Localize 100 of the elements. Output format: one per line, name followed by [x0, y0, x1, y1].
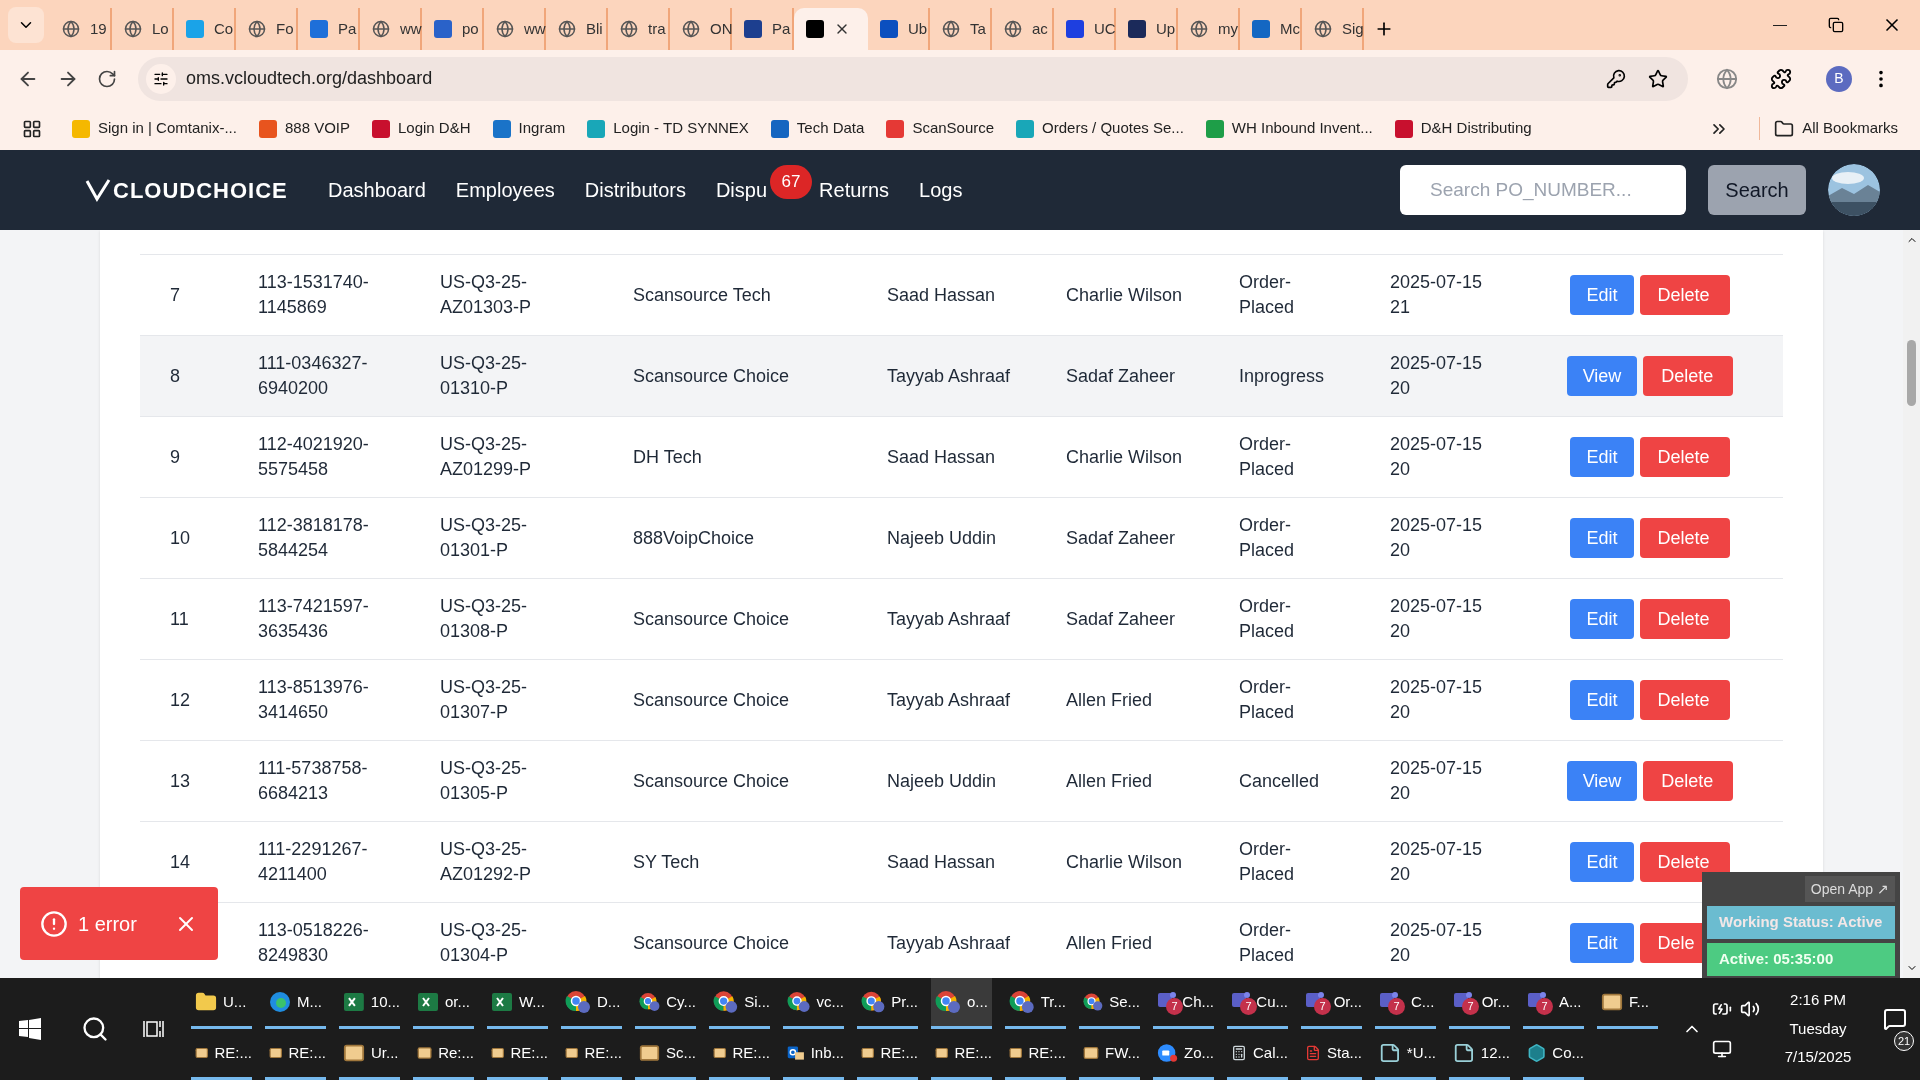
nav-link[interactable]: Returns [819, 175, 890, 205]
extensions-icon[interactable] [1770, 67, 1792, 90]
profile-avatar[interactable]: B [1826, 65, 1852, 92]
nav-link[interactable]: Distributors [584, 175, 686, 205]
action-button[interactable]: View [1566, 761, 1638, 801]
taskbar-item[interactable]: 7 A... [1523, 978, 1584, 1029]
bookmark-item[interactable]: Tech Data [770, 117, 865, 140]
delete-button[interactable]: Delete [1639, 842, 1730, 882]
table-cell-text: 113-1531740-1145869 [258, 271, 370, 319]
taskbar-item[interactable]: Ur... [339, 1029, 400, 1080]
browser-tab[interactable] [794, 8, 868, 50]
nav-link[interactable]: Employees [455, 175, 555, 205]
taskbar-item[interactable]: Sc... [635, 1029, 696, 1080]
taskbar-item[interactable]: RE:... [191, 1029, 252, 1080]
action-button[interactable]: Edit [1570, 437, 1634, 477]
network-icon[interactable] [1712, 1039, 1732, 1059]
taskbar-item[interactable]: Se... [1079, 978, 1140, 1029]
taskbar-item[interactable]: 7 Or... [1301, 978, 1362, 1029]
bookmark-item[interactable]: WH Inbound Invent... [1205, 117, 1373, 140]
table-cell-text: US-Q3-25-01305-P [440, 757, 529, 805]
taskbar-item[interactable]: 7 Or... [1449, 978, 1510, 1029]
nav-link[interactable]: Dashboard [328, 175, 426, 205]
taskbar-item[interactable]: 7 Cu... [1227, 978, 1288, 1029]
all-bookmarks-button[interactable]: All Bookmarks [1759, 117, 1898, 140]
taskbar-item[interactable]: W... [487, 978, 548, 1029]
taskbar-item[interactable]: Zo... [1153, 1029, 1214, 1080]
action-button[interactable]: Edit [1570, 599, 1634, 639]
notification-center-icon[interactable] [1883, 1007, 1907, 1031]
taskbar-item[interactable]: D... [561, 978, 622, 1029]
task-view-icon[interactable] [143, 1018, 165, 1040]
scrollbar[interactable] [1903, 230, 1920, 978]
taskbar-item[interactable]: RE:... [487, 1029, 548, 1080]
taskbar-item[interactable]: Pr... [857, 978, 918, 1029]
taskbar-item[interactable]: vc... [783, 978, 844, 1029]
taskbar-item[interactable]: RE:... [857, 1029, 918, 1080]
action-button[interactable]: Edit [1570, 923, 1634, 963]
taskbar-item[interactable]: 10... [339, 978, 400, 1029]
taskbar-item[interactable]: Cy... [635, 978, 696, 1029]
delete-button[interactable]: Delete [1639, 518, 1730, 558]
delete-button[interactable]: Delete [1639, 275, 1730, 315]
bookmark-item[interactable]: Sign in | Comtanix-... [72, 117, 237, 140]
taskbar-item[interactable]: 12... [1449, 1029, 1510, 1080]
taskbar-item[interactable]: or... [413, 978, 474, 1029]
nav-link[interactable]: Dispu [715, 175, 768, 205]
apps-icon[interactable] [22, 118, 42, 139]
clock[interactable]: 2:16 PM Tuesday 7/15/2025 [1766, 989, 1870, 1069]
delete-button[interactable]: Delete [1639, 437, 1730, 477]
taskbar-item[interactable]: RE:... [265, 1029, 326, 1080]
taskbar-item[interactable]: FW... [1079, 1029, 1140, 1080]
delete-button[interactable]: Delete [1643, 356, 1734, 396]
bookmark-item[interactable]: Login D&H [372, 117, 471, 140]
delete-button[interactable]: Delete [1639, 599, 1730, 639]
key-icon[interactable] [1606, 68, 1626, 89]
taskbar-item[interactable]: U... [191, 978, 252, 1029]
action-button[interactable]: Edit [1570, 842, 1634, 882]
taskbar-item[interactable]: RE:... [1005, 1029, 1066, 1080]
taskbar-item[interactable]: RE:... [709, 1029, 770, 1080]
reload-icon[interactable] [97, 68, 117, 89]
action-button[interactable]: Edit [1570, 275, 1634, 315]
taskbar-item[interactable]: o... [931, 978, 992, 1029]
nav-link[interactable]: Logs [919, 175, 963, 205]
taskbar-item[interactable]: Inb... [783, 1029, 844, 1080]
taskbar-item[interactable]: Tr... [1005, 978, 1066, 1029]
taskbar-item[interactable]: RE:... [561, 1029, 622, 1080]
taskbar-item[interactable]: F... [1597, 978, 1658, 1029]
taskbar-item[interactable]: *U... [1375, 1029, 1436, 1080]
delete-button[interactable]: Delete [1639, 680, 1730, 720]
delete-button[interactable]: Delete [1643, 761, 1734, 801]
taskbar-item[interactable]: RE:... [931, 1029, 992, 1080]
folder-icon [1774, 118, 1795, 139]
table-cell-text: Scansource Choice [633, 688, 791, 712]
windows-start-icon[interactable] [19, 1018, 41, 1040]
taskbar-item[interactable]: Sta... [1301, 1029, 1362, 1080]
bookmark-item[interactable]: 888 VOIP [258, 117, 350, 140]
search-icon[interactable] [81, 1015, 109, 1043]
bookmark-item[interactable]: ScanSource [886, 117, 995, 140]
taskbar-item[interactable]: M... [265, 978, 326, 1029]
taskbar-item[interactable]: Si... [709, 978, 770, 1029]
taskbar-item[interactable]: 7 Ch... [1153, 978, 1214, 1029]
taskbar-item[interactable]: 7 C... [1375, 978, 1436, 1029]
volume-icon[interactable] [1740, 999, 1760, 1019]
search-button[interactable]: Search [1708, 165, 1806, 215]
taskbar-item[interactable]: Re:... [413, 1029, 474, 1080]
search-field[interactable]: Search PO_NUMBER... [1400, 165, 1686, 215]
bookmark-item[interactable]: D&H Distributing [1394, 117, 1532, 140]
taskbar-item[interactable]: Cal... [1227, 1029, 1288, 1080]
bookmark-item[interactable]: Login - TD SYNNEX [587, 117, 749, 140]
site-info-icon[interactable] [153, 70, 169, 87]
error-toast[interactable]: 1 error [20, 887, 218, 960]
bookmark-star-icon[interactable] [1648, 68, 1668, 89]
action-button[interactable]: Edit [1570, 680, 1634, 720]
action-button[interactable]: View [1566, 356, 1638, 396]
address-bar[interactable]: oms.vcloudtech.org/dashboard [138, 56, 1688, 101]
action-button[interactable]: Edit [1570, 518, 1634, 558]
bookmark-item[interactable]: Ingram [492, 117, 566, 140]
globe-icon[interactable] [1716, 67, 1738, 90]
bookmark-item[interactable]: Orders / Quotes Se... [1016, 117, 1184, 140]
taskbar-item[interactable]: Co... [1523, 1029, 1584, 1080]
open-app-button[interactable]: Open App ↗ [1804, 876, 1895, 902]
scrollbar-thumb[interactable] [1907, 340, 1916, 406]
